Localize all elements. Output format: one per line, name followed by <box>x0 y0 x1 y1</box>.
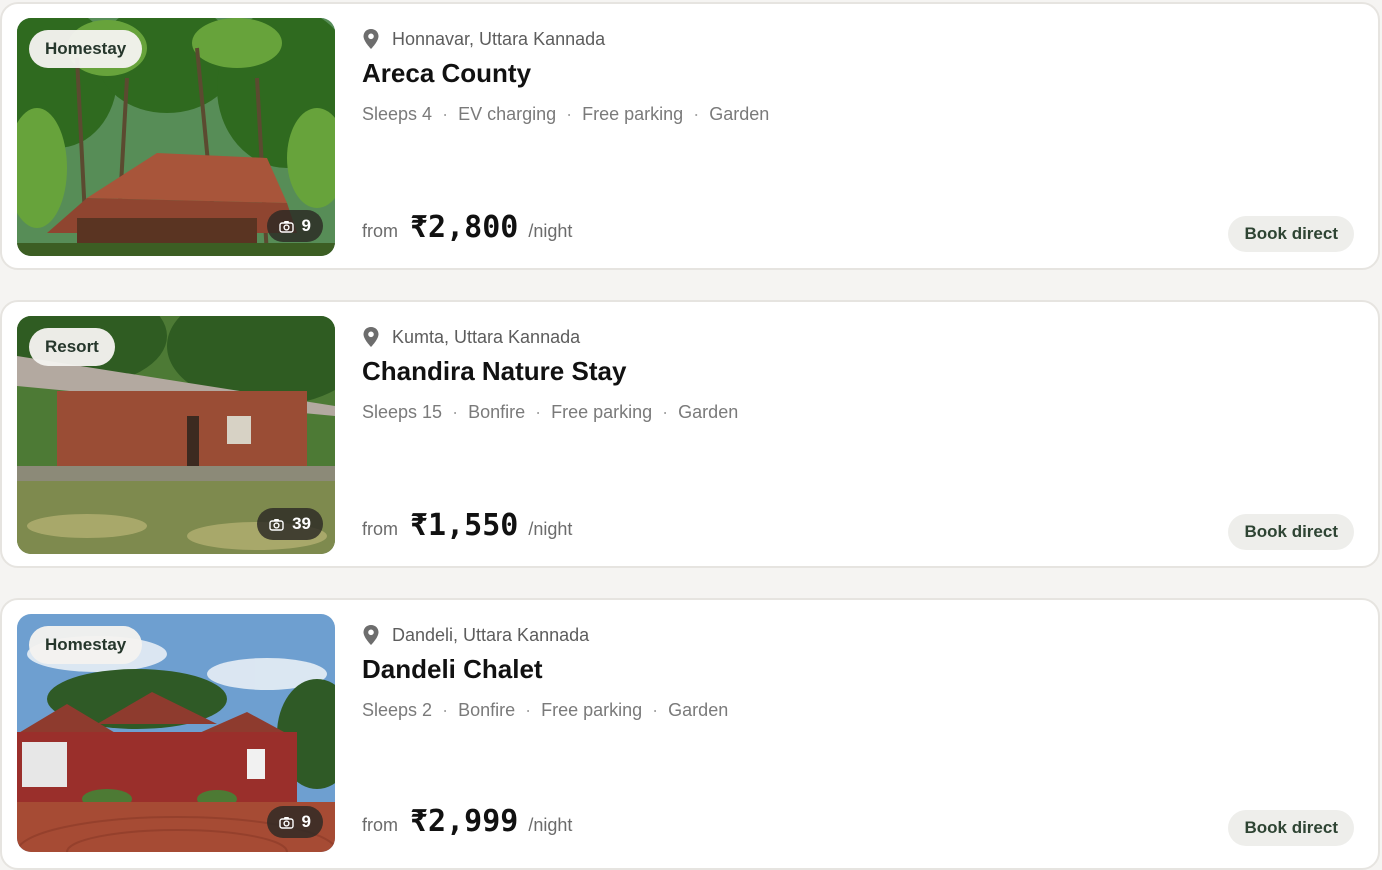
feature-separator: · <box>693 104 700 124</box>
price-row: from ₹1,550 /night <box>362 508 572 543</box>
listing-features: Sleeps 15 · Bonfire · Free parking · Gar… <box>362 402 738 423</box>
price-amount: ₹2,800 <box>410 210 519 245</box>
price-row: from ₹2,999 /night <box>362 804 572 839</box>
listing-title[interactable]: Chandira Nature Stay <box>362 356 626 387</box>
listing-title[interactable]: Areca County <box>362 58 531 89</box>
camera-icon <box>269 518 284 531</box>
location-text: Kumta, Uttara Kannada <box>392 326 581 347</box>
feature-item: Bonfire <box>468 402 526 422</box>
price-row: from ₹2,800 /night <box>362 210 572 245</box>
listing-card[interactable]: Resort 39 Kumta, Uttara Kannada Chandira… <box>0 300 1380 568</box>
price-suffix: /night <box>528 221 573 241</box>
property-type-badge: Homestay <box>29 30 143 68</box>
map-pin-icon <box>363 29 379 49</box>
feature-separator: · <box>535 402 542 422</box>
price-prefix: from <box>362 815 398 835</box>
book-direct-button[interactable]: Book direct <box>1228 514 1354 550</box>
feature-item: Free parking <box>551 402 653 422</box>
listing-card[interactable]: Homestay 9 Honnavar, Uttara Kannada Arec… <box>0 2 1380 270</box>
feature-item: Free parking <box>582 104 684 124</box>
price-prefix: from <box>362 221 398 241</box>
listing-location: Dandeli, Uttara Kannada <box>362 624 589 646</box>
photo-count-value: 9 <box>301 216 311 235</box>
feature-separator: · <box>452 402 459 422</box>
location-text: Honnavar, Uttara Kannada <box>392 28 606 49</box>
feature-item: Garden <box>678 402 739 422</box>
photo-count-badge[interactable]: 9 <box>266 806 323 838</box>
map-pin-icon <box>363 327 379 347</box>
photo-count-badge[interactable]: 39 <box>257 508 323 540</box>
property-type-badge: Resort <box>29 328 115 366</box>
listing-features: Sleeps 4 · EV charging · Free parking · … <box>362 104 769 125</box>
listing-list: Homestay 9 Honnavar, Uttara Kannada Arec… <box>0 0 1382 870</box>
camera-icon <box>278 220 294 233</box>
feature-item: Garden <box>709 104 770 124</box>
photo-count-badge[interactable]: 9 <box>266 210 323 242</box>
feature-separator: · <box>652 700 659 720</box>
feature-item: EV charging <box>458 104 557 124</box>
property-type-badge: Homestay <box>29 626 143 664</box>
photo-count-value: 39 <box>292 514 311 533</box>
price-prefix: from <box>362 519 398 539</box>
listing-photo[interactable]: Resort 39 <box>17 316 335 554</box>
price-suffix: /night <box>528 519 573 539</box>
listing-card[interactable]: Homestay 9 Dandeli, Uttara Kannada Dande… <box>0 598 1380 870</box>
feature-item: Sleeps 2 <box>362 700 433 720</box>
feature-separator: · <box>442 104 449 124</box>
price-amount: ₹2,999 <box>410 804 519 839</box>
listing-location: Honnavar, Uttara Kannada <box>362 28 605 50</box>
feature-item: Sleeps 15 <box>362 402 443 422</box>
feature-item: Free parking <box>541 700 643 720</box>
feature-separator: · <box>525 700 532 720</box>
feature-separator: · <box>442 700 449 720</box>
book-direct-button[interactable]: Book direct <box>1228 810 1354 846</box>
feature-separator: · <box>566 104 573 124</box>
feature-item: Garden <box>668 700 729 720</box>
map-pin-icon <box>363 625 379 645</box>
price-amount: ₹1,550 <box>410 508 519 543</box>
location-text: Dandeli, Uttara Kannada <box>392 624 590 645</box>
listing-photo[interactable]: Homestay 9 <box>17 18 335 256</box>
listing-location: Kumta, Uttara Kannada <box>362 326 580 348</box>
photo-count-value: 9 <box>301 812 311 831</box>
camera-icon <box>278 816 294 829</box>
listing-title[interactable]: Dandeli Chalet <box>362 654 543 685</box>
feature-item: Bonfire <box>458 700 516 720</box>
feature-separator: · <box>662 402 669 422</box>
price-suffix: /night <box>528 815 573 835</box>
listing-photo[interactable]: Homestay 9 <box>17 614 335 852</box>
feature-item: Sleeps 4 <box>362 104 433 124</box>
listing-features: Sleeps 2 · Bonfire · Free parking · Gard… <box>362 700 728 721</box>
book-direct-button[interactable]: Book direct <box>1228 216 1354 252</box>
